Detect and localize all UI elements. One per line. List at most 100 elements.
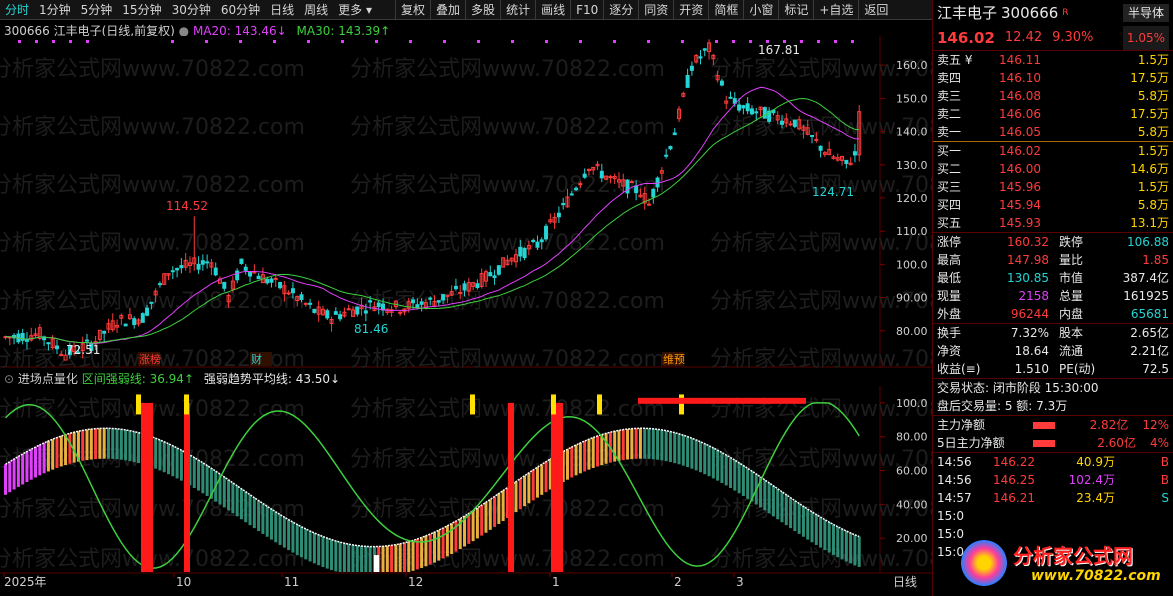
bid-price: 145.93 [999, 216, 1041, 230]
tab-6[interactable]: 日线 [265, 0, 299, 20]
stat-label: 股本 [1059, 326, 1084, 340]
strength-bar [102, 428, 106, 459]
candle-body [818, 145, 823, 151]
event-tag[interactable]: 财 [250, 352, 272, 366]
tick-time: 14:56 [937, 473, 972, 487]
stat-value: 18.64 [1014, 344, 1049, 358]
tool-2[interactable]: 多股 [465, 0, 500, 20]
strength-bar [46, 440, 50, 472]
bid-vol: 1.5万 [1137, 180, 1169, 194]
sector-button[interactable]: 半导体 [1122, 4, 1169, 22]
tool-13[interactable]: 返回 [858, 0, 893, 20]
strength-bar [535, 467, 539, 498]
tool-8[interactable]: 开资 [673, 0, 708, 20]
candle-body [578, 183, 583, 186]
tool-6[interactable]: 逐分 [603, 0, 638, 20]
tick-row: 14:56 146.25 102.4万 B [933, 471, 1173, 489]
tool-9[interactable]: 简框 [708, 0, 743, 20]
event-tag-label: 涨榜 [139, 352, 161, 366]
strength-bar [94, 428, 98, 460]
strength-bar [527, 472, 531, 504]
strength-bar [239, 488, 243, 520]
main-net-bar [1033, 422, 1055, 429]
ask-row: 卖四 146.10 17.5万 [933, 69, 1173, 87]
tool-11[interactable]: 标记 [778, 0, 813, 20]
tool-5[interactable]: F10 [570, 0, 603, 20]
strength-bar [651, 428, 655, 460]
signal-dot [69, 40, 72, 43]
signal-dot [273, 40, 276, 43]
candle-body [265, 278, 270, 284]
strength-bar [368, 546, 372, 572]
watermark-text: 分析家公式网www.70822.com [350, 397, 665, 422]
candle-body [308, 302, 313, 305]
strength-bar [428, 534, 432, 565]
after-hours: 盘后交易量: 5 额: 7.3万 [937, 399, 1068, 413]
candle-body [140, 313, 145, 323]
stat-label: 外盘 [937, 307, 962, 321]
strength-bar [59, 436, 63, 467]
candle-body [200, 260, 205, 265]
tab-8[interactable]: 更多 ▾ [333, 0, 377, 20]
strength-bar [480, 505, 484, 536]
strength-bar [849, 532, 853, 564]
candle-body [355, 306, 360, 315]
event-tag[interactable]: 维预 [662, 352, 685, 366]
strength-bar [252, 497, 256, 529]
tool-10[interactable]: 小窗 [743, 0, 778, 20]
tool-4[interactable]: 画线 [535, 0, 570, 20]
strength-bar [325, 538, 329, 569]
tick-time: 14:57 [937, 491, 972, 505]
tab-4[interactable]: 30分钟 [167, 0, 216, 20]
tool-3[interactable]: 统计 [500, 0, 535, 20]
strength-bar [741, 465, 745, 496]
bid-price: 146.00 [999, 162, 1041, 176]
candle-body [745, 103, 750, 112]
candle-body [157, 283, 162, 286]
tick-side: B [1160, 455, 1169, 469]
strength-bar [746, 468, 750, 499]
candle-body [123, 323, 128, 327]
tool-7[interactable]: 同资 [638, 0, 673, 20]
candle-body [312, 308, 317, 313]
candle-body [278, 282, 283, 289]
tab-1[interactable]: 1分钟 [34, 0, 76, 20]
bid-price: 146.02 [999, 144, 1041, 158]
ask-price: 146.10 [999, 71, 1041, 85]
stat-label: 量比 [1059, 253, 1084, 267]
tool-0[interactable]: 复权 [395, 0, 430, 20]
tool-12[interactable]: +自选 [813, 0, 858, 20]
indicator-chart[interactable]: 分析家公式网www.70822.com分析家公式网www.70822.com分析… [0, 386, 932, 572]
strength-bar [437, 530, 441, 561]
flower-logo-icon [961, 540, 1007, 586]
tab-5[interactable]: 60分钟 [216, 0, 265, 20]
strength-bar [12, 459, 16, 490]
price-tick: 80.00 [896, 325, 928, 338]
strength-bar [488, 499, 492, 530]
tool-1[interactable]: 叠加 [430, 0, 465, 20]
price-pct: 9.30% [1052, 30, 1094, 45]
bid-row: 买二 146.00 14.6万 [933, 160, 1173, 178]
tab-3[interactable]: 15分钟 [117, 0, 166, 20]
event-tag-label: 维预 [663, 353, 685, 366]
main-net-pct: 4% [1149, 436, 1169, 450]
candle-body [325, 310, 330, 319]
strength-bar [626, 429, 630, 460]
watermark-text: 分析家公式网www.70822.com [0, 231, 305, 256]
event-tag[interactable]: 涨榜 [138, 352, 161, 366]
indicator-tick: 60.00 [896, 465, 928, 478]
signal-dot [409, 40, 412, 43]
tab-7[interactable]: 周线 [299, 0, 333, 20]
candle-body [441, 294, 446, 301]
signal-dot [35, 40, 38, 43]
collapse-icon[interactable]: ⊙ [4, 372, 14, 386]
x-axis-label: 12 [408, 575, 423, 589]
low-price-label-1: 72.51 [66, 343, 100, 357]
x-axis-label: 2 [674, 575, 682, 589]
strength-bar [694, 439, 698, 471]
ask-price: 146.08 [999, 89, 1041, 103]
candlestick-chart[interactable]: 分析家公式网www.70822.com 分析家公式网www.70822.com 分析… [0, 36, 932, 368]
candle-body [102, 330, 107, 334]
tab-2[interactable]: 5分钟 [76, 0, 118, 20]
tab-0[interactable]: 分时 [0, 0, 34, 20]
